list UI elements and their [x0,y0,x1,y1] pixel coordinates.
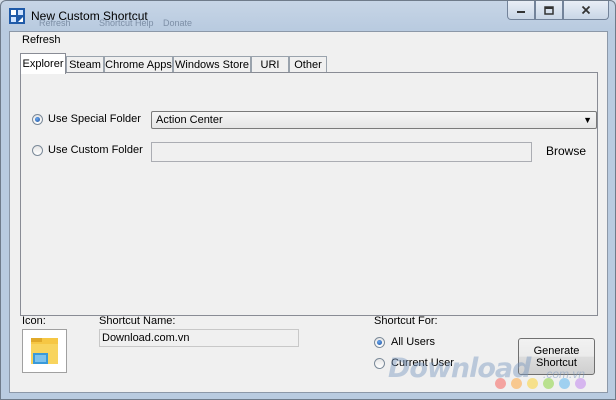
tab-windows-store[interactable]: Windows Store [173,56,251,72]
ghost-menu-refresh: Refresh [39,18,71,28]
tab-other[interactable]: Other [289,56,327,72]
restore-icon [544,5,554,15]
custom-folder-radio[interactable] [32,145,43,156]
watermark-dot [495,378,506,389]
minimize-icon [517,11,525,13]
special-folder-radio[interactable] [32,114,43,125]
icon-label: Icon: [22,315,46,327]
ghost-menu-help: Shortcut Help [99,18,154,28]
icon-picker[interactable] [22,329,67,373]
tab-uri[interactable]: URI [251,56,289,72]
current-user-radio[interactable] [374,358,385,369]
menu-refresh[interactable]: Refresh [18,34,65,46]
watermark-dot [543,378,554,389]
minimize-button[interactable] [507,1,535,20]
generate-label-line1: Generate [533,345,580,357]
restore-button[interactable] [535,1,563,20]
shortcut-for-label: Shortcut For: [374,315,438,327]
close-icon [581,5,591,15]
chevron-down-icon: ▼ [583,115,592,125]
tab-chrome-apps[interactable]: Chrome Apps [104,56,173,72]
watermark-dot [575,378,586,389]
client-area: Refresh Explorer Steam Chrome Apps Windo… [9,31,608,393]
watermark-dot [511,378,522,389]
special-folder-select[interactable]: Action Center ▼ [151,111,597,129]
watermark-dot [527,378,538,389]
title-bar[interactable]: New Custom Shortcut Refresh Shortcut Hel… [1,1,615,31]
explorer-panel: Use Special Folder Action Center ▼ Use C… [20,72,598,316]
menu-bar: Refresh [10,32,607,50]
watermark-dots [495,378,586,389]
shortcut-name-input[interactable]: Download.com.vn [99,329,299,347]
tab-steam[interactable]: Steam [66,56,104,72]
all-users-radio[interactable] [374,337,385,348]
folder-icon [31,338,58,364]
shortcut-name-value: Download.com.vn [102,332,190,344]
all-users-label: All Users [391,336,436,348]
app-icon [9,8,25,24]
watermark-dot [559,378,570,389]
app-window: New Custom Shortcut Refresh Shortcut Hel… [0,0,616,400]
shortcut-name-label: Shortcut Name: [99,315,176,327]
special-folder-value: Action Center [156,114,223,126]
browse-button[interactable]: Browse [546,144,586,158]
custom-folder-input[interactable] [151,142,532,162]
tab-explorer[interactable]: Explorer [20,53,66,74]
special-folder-label: Use Special Folder [48,113,141,125]
close-button[interactable] [563,1,609,20]
custom-folder-label: Use Custom Folder [48,144,143,156]
ghost-menu-donate: Donate [163,18,193,28]
